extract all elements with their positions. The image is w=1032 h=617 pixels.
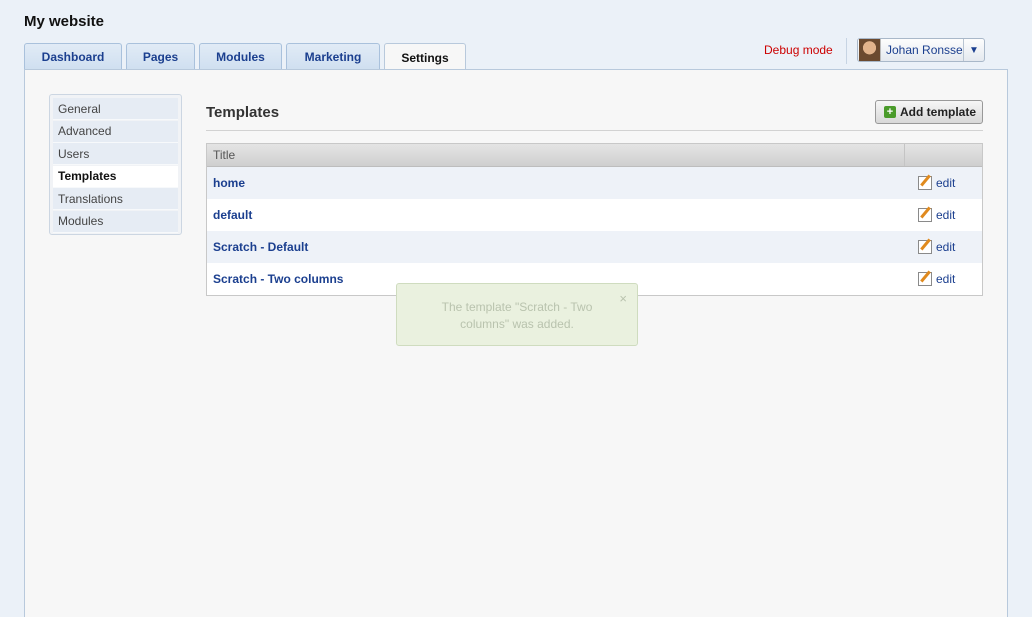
user-menu[interactable]: Johan Ronsse ▼ [857,38,985,62]
add-template-label: Add template [900,105,977,119]
edit-link[interactable]: edit [918,176,982,190]
subnav-item-general[interactable]: General [53,98,178,120]
subnav-item-advanced[interactable]: Advanced [53,120,178,143]
plus-icon: + [884,106,896,118]
site-title: My website [24,13,105,30]
table-row: default edit [207,199,982,231]
tab-settings[interactable]: Settings [384,43,466,71]
header-divider [846,38,847,64]
user-name[interactable]: Johan Ronsse [886,43,963,57]
subnav-item-users[interactable]: Users [53,143,178,165]
template-title-link[interactable]: Scratch - Default [207,240,918,254]
edit-icon [918,272,932,286]
edit-label: edit [936,272,956,286]
table-row: home edit [207,167,982,199]
templates-table: Title home edit default edit Scratch - D… [206,143,983,296]
edit-link[interactable]: edit [918,208,982,222]
template-title-link[interactable]: default [207,208,918,222]
tab-marketing[interactable]: Marketing [286,43,380,70]
avatar [859,39,881,61]
edit-link[interactable]: edit [918,240,982,254]
edit-label: edit [936,240,956,254]
subnav-item-templates[interactable]: Templates [53,165,178,188]
edit-label: edit [936,208,956,222]
edit-icon [918,208,932,222]
add-template-button[interactable]: + Add template [875,100,983,124]
subnav-item-translations[interactable]: Translations [53,188,178,210]
success-notification: The template "Scratch - Two columns" was… [396,283,638,346]
close-icon[interactable]: × [619,290,627,307]
table-header: Title [207,144,982,167]
table-row: Scratch - Default edit [207,231,982,263]
page-title: Templates [206,104,280,121]
tab-modules[interactable]: Modules [199,43,282,70]
template-title-link[interactable]: home [207,176,918,190]
subnav-item-modules[interactable]: Modules [53,210,178,233]
edit-icon [918,240,932,254]
notification-message: The template "Scratch - Two columns" was… [441,300,593,331]
debug-mode-link[interactable]: Debug mode [764,43,833,57]
edit-label: edit [936,176,956,190]
edit-link[interactable]: edit [918,272,982,286]
main-tabs: Dashboard Pages Modules Marketing Settin… [24,43,470,71]
title-divider [206,130,983,131]
column-header-title[interactable]: Title [207,144,904,166]
edit-icon [918,176,932,190]
chevron-down-icon[interactable]: ▼ [963,39,984,61]
settings-subnav: General Advanced Users Templates Transla… [49,94,182,235]
column-header-actions [904,144,982,166]
tab-dashboard[interactable]: Dashboard [24,43,122,70]
tab-pages[interactable]: Pages [126,43,195,70]
